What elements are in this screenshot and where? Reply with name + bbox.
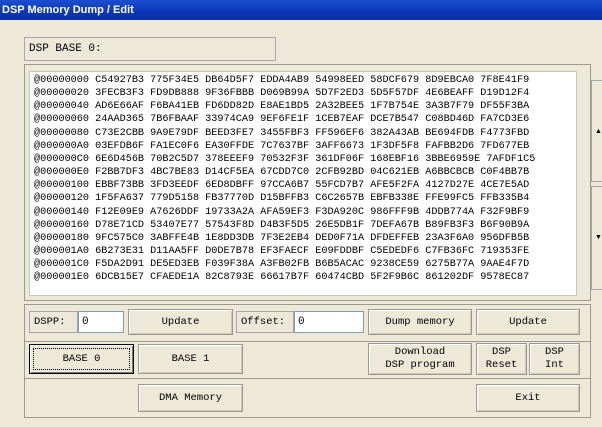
scroll-down-arrow-icon: ▼ — [595, 234, 602, 241]
memory-dump-textarea[interactable]: @00000000 C54927B3 775F34E5 DB64D5F7 EDD… — [29, 71, 577, 296]
dump-line: @00000100 EBBF73BB 3FD3EEDF 6ED8DBFF 97C… — [34, 180, 530, 192]
base1-button[interactable]: BASE 1 — [138, 344, 243, 374]
download-label-line2: DSP program — [385, 359, 455, 371]
dump-line: @00000000 C54927B3 775F34E5 DB64D5F7 EDD… — [34, 75, 530, 86]
window-title: DSP Memory Dump / Edit — [0, 0, 602, 20]
dump-line: @00000040 AD6E66AF F6BA41EB FD6DD82D E8A… — [34, 101, 530, 113]
offset-input[interactable]: 0 — [294, 311, 364, 333]
download-label-line1: Download — [394, 346, 446, 358]
dspp-label: DSPP: — [29, 311, 78, 333]
dsp-reset-button[interactable]: DSP Reset — [476, 343, 527, 375]
dump-line: @00000060 24AAD365 7B6FBAAF 33974CA9 9EF… — [34, 114, 530, 126]
dump-line: @00000180 9FC575C0 3ABFFE4B 1E8DD3DB 7F3… — [34, 232, 530, 244]
dsp-memory-dump-window: DSP Memory Dump / Edit DSP BASE 0: @0000… — [0, 0, 602, 427]
dump-line: @000000C0 6E6D456B 70B2C5D7 378EEEF9 705… — [34, 153, 536, 165]
dump-line: @00000160 D78E71CD 53407E77 57543F8D D4B… — [34, 219, 530, 231]
update-dspp-button[interactable]: Update — [128, 309, 233, 335]
base0-button-label: BASE 0 — [62, 352, 101, 365]
exit-button[interactable]: Exit — [476, 384, 580, 412]
dsp-int-line1: DSP — [545, 346, 564, 358]
base0-button[interactable]: BASE 0 — [29, 344, 134, 374]
download-dsp-program-button[interactable]: Download DSP program — [368, 343, 472, 375]
dump-line: @000001A0 6B273E31 D11AA5FF D0DE7B78 EF3… — [34, 246, 530, 258]
dump-line: @00000020 3FECB3F3 FD9DB888 9F36FBBB D06… — [34, 88, 530, 100]
dsp-base-label: DSP BASE 0: — [24, 37, 276, 61]
dsp-reset-line2: Reset — [485, 359, 518, 371]
dump-line: @00000140 F12E09E9 A7626DDF 19733A2A AFA… — [34, 206, 530, 218]
dump-line: @00000120 1F5FA637 779D5158 FB37770D D15… — [34, 193, 530, 205]
dspp-input[interactable]: 0 — [78, 311, 124, 333]
dump-line: @000001C0 F5DA2D91 DE5ED3EB F039F38A A3F… — [34, 259, 530, 271]
dump-line: @000000A0 03EFDB6F FA1EC0F6 EA30FFDE 7C7… — [34, 140, 530, 152]
dsp-int-line2: Int — [545, 359, 564, 371]
dma-memory-button[interactable]: DMA Memory — [138, 384, 243, 412]
dump-memory-button[interactable]: Dump memory — [368, 309, 472, 335]
dump-line: @000001E0 6DCB15E7 CFAEDE1A 82C8793E 666… — [34, 272, 530, 284]
dsp-reset-line1: DSP — [492, 346, 511, 358]
dump-line: @00000080 C73E2CBB 9A9E79DF BEED3FE7 345… — [34, 127, 530, 139]
update-offset-button[interactable]: Update — [476, 309, 580, 335]
dump-line: @000000E0 F2BB7DF3 4BC7BE83 D14CF5EA 67C… — [34, 167, 530, 179]
scroll-up-arrow-icon: ▲ — [595, 128, 602, 135]
offset-label: Offset: — [236, 311, 294, 333]
dsp-int-button[interactable]: DSP Int — [529, 343, 580, 375]
